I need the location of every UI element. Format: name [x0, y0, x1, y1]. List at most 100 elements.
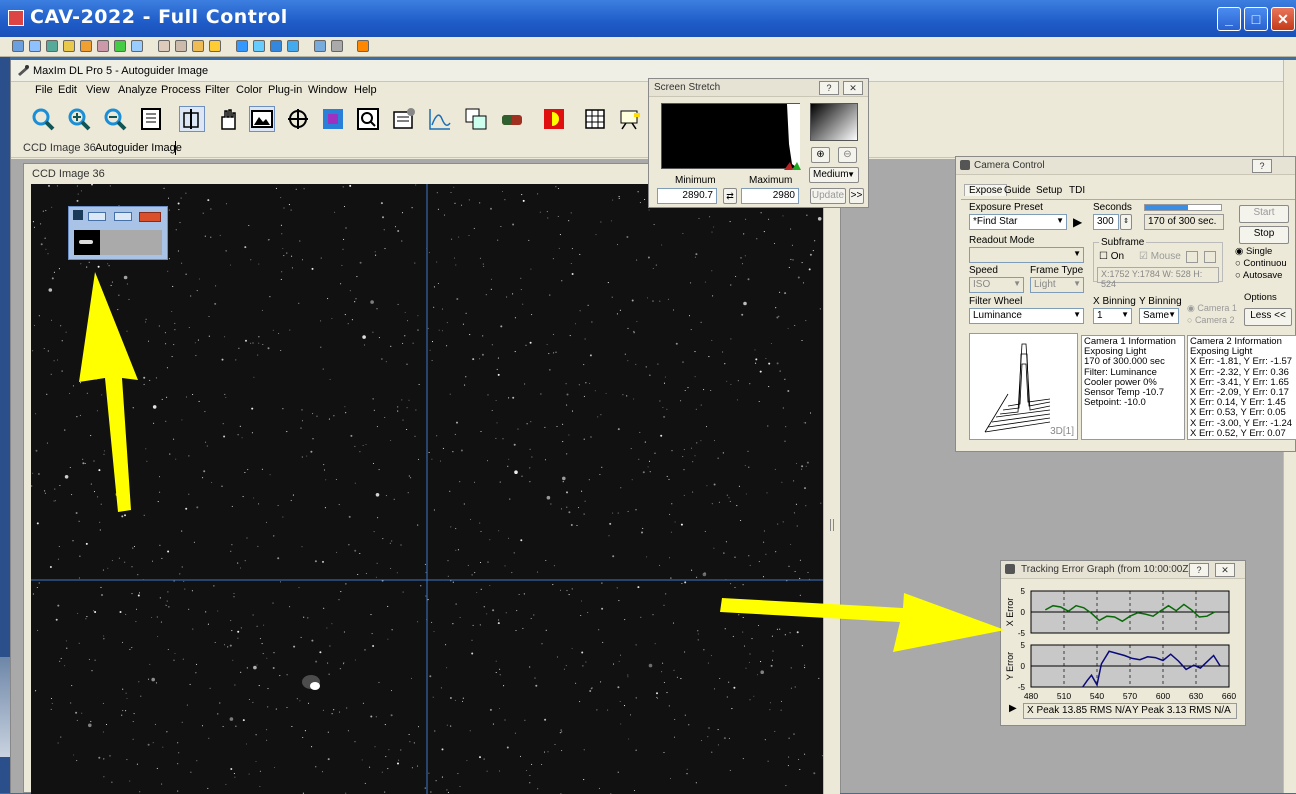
folder-icon[interactable] — [209, 40, 221, 52]
display-icon[interactable] — [46, 40, 58, 52]
star-field-image[interactable] — [31, 184, 823, 794]
menu-filter[interactable]: Filter — [205, 84, 229, 96]
minimize-button[interactable]: _ — [1217, 7, 1241, 31]
tab-guide[interactable]: Guide — [1004, 185, 1031, 196]
maximize-button[interactable]: □ — [1244, 7, 1268, 31]
start-button[interactable]: Start — [1239, 205, 1289, 223]
document-icon[interactable] — [138, 106, 164, 132]
stop-button[interactable]: Stop — [1239, 226, 1289, 244]
transfer-icon[interactable] — [192, 40, 204, 52]
grid-icon[interactable] — [582, 106, 608, 132]
disconnect-icon[interactable] — [357, 40, 369, 52]
select-icon[interactable] — [179, 106, 205, 132]
chat-icon[interactable] — [97, 40, 109, 52]
users-icon[interactable] — [175, 40, 187, 52]
seconds-spinner[interactable]: ⇕ — [1120, 214, 1132, 230]
mini-close-icon[interactable] — [139, 212, 161, 222]
subframe-on-checkbox[interactable]: ☐ On — [1099, 251, 1124, 262]
menu-plugin[interactable]: Plug-in — [268, 84, 302, 96]
help-button[interactable]: ? — [1189, 563, 1209, 577]
menu-view[interactable]: View — [86, 84, 110, 96]
menu-window[interactable]: Window — [308, 84, 347, 96]
menu-help[interactable]: Help — [354, 84, 377, 96]
moon-icon[interactable] — [541, 106, 567, 132]
continuous-radio[interactable]: ○ Continuou — [1235, 258, 1287, 269]
zoom-icon[interactable] — [270, 40, 282, 52]
fullscreen-icon[interactable] — [287, 40, 299, 52]
swap-icon[interactable]: ⇄ — [723, 188, 737, 204]
camera-control-window[interactable]: Camera Control ? Expose Guide Setup TDI … — [955, 156, 1296, 452]
key-icon[interactable] — [63, 40, 75, 52]
filter-wheel-icon[interactable] — [499, 106, 525, 132]
x-binning-select[interactable]: 1 ▼ — [1093, 308, 1132, 324]
mini-minimize-icon[interactable] — [88, 212, 106, 221]
hand-icon[interactable] — [215, 106, 241, 132]
tab-tdi[interactable]: TDI — [1069, 185, 1085, 196]
tracking-error-window[interactable]: Tracking Error Graph (from 10:00:00Z) ? … — [1000, 560, 1246, 726]
filter-wheel-select[interactable]: Luminance ▼ — [969, 308, 1084, 324]
scroll-grip[interactable] — [830, 519, 834, 531]
seconds-input[interactable]: 300 — [1093, 214, 1119, 230]
subframe-mouse-checkbox[interactable]: ☑ Mouse — [1139, 251, 1181, 262]
update-button[interactable]: Update — [810, 188, 846, 204]
camera1-radio[interactable]: ◉ Camera 1 — [1187, 303, 1237, 314]
play-icon[interactable]: ▶ — [1073, 215, 1082, 229]
zoom-in-icon[interactable] — [66, 106, 92, 132]
speed-select[interactable]: ISO ▼ — [969, 277, 1024, 293]
menu-color[interactable]: Color — [236, 84, 262, 96]
minimum-input[interactable]: 2890.7 — [657, 188, 717, 204]
frame-type-select[interactable]: Light ▼ — [1030, 277, 1084, 293]
readout-mode-select[interactable]: ▼ — [969, 247, 1084, 263]
menu-process[interactable]: Process — [161, 84, 201, 96]
image-icon[interactable] — [249, 106, 275, 132]
lock-icon[interactable] — [80, 40, 92, 52]
copy-icon[interactable] — [314, 40, 326, 52]
mini-restore-icon[interactable] — [114, 212, 132, 221]
remote-window-titlebar[interactable]: CAV-2022 - Full Control _ □ ✕ — [0, 0, 1296, 37]
menu-analyze[interactable]: Analyze — [118, 84, 157, 96]
zoom-icon[interactable] — [30, 106, 56, 132]
histogram-display[interactable] — [661, 103, 801, 170]
tab-ccd-image[interactable]: CCD Image 36 — [23, 142, 96, 154]
subframe-select-icon[interactable] — [1186, 251, 1198, 263]
telescope-icon[interactable] — [617, 106, 643, 132]
tools-icon[interactable] — [331, 40, 343, 52]
autosave-radio[interactable]: ○ Autosave — [1235, 270, 1282, 281]
zoom-out-icon[interactable] — [102, 106, 128, 132]
help-button[interactable]: ? — [819, 81, 839, 95]
zoom-in-icon[interactable]: ⊕ — [811, 147, 830, 163]
copy-icon[interactable] — [463, 106, 489, 132]
menu-edit[interactable]: Edit — [58, 84, 77, 96]
image-scrollbar[interactable] — [823, 184, 840, 794]
crosshair-icon[interactable] — [285, 106, 311, 132]
fit-icon[interactable] — [253, 40, 265, 52]
graph-icon[interactable] — [427, 106, 453, 132]
exposure-preset-select[interactable]: *Find Star ▼ — [969, 214, 1067, 230]
phone-icon[interactable] — [114, 40, 126, 52]
maximum-input[interactable]: 2980 — [741, 188, 799, 204]
close-button[interactable]: ✕ — [843, 81, 863, 95]
help-button[interactable]: ? — [1252, 159, 1272, 173]
window-icon[interactable] — [236, 40, 248, 52]
tab-autoguider-image[interactable]: Autoguider Image — [95, 142, 182, 154]
menu-file[interactable]: File — [35, 84, 53, 96]
tab-setup[interactable]: Setup — [1036, 185, 1062, 196]
less-button[interactable]: Less << — [1244, 308, 1292, 326]
close-button[interactable]: ✕ — [1215, 563, 1235, 577]
camera2-radio[interactable]: ○ Camera 2 — [1187, 315, 1234, 325]
frame-icon[interactable] — [320, 106, 346, 132]
zoom-out-icon[interactable]: ⊖ — [838, 147, 857, 163]
screen-stretch-window[interactable]: Screen Stretch ? ✕ ⊕ ⊖ Medium ▼ Minimum M… — [648, 78, 869, 208]
monitor-icon[interactable] — [12, 40, 24, 52]
stretch-preset-select[interactable]: Medium ▼ — [809, 167, 859, 183]
options-button[interactable]: Options — [1244, 292, 1277, 303]
magnifier-icon[interactable] — [355, 106, 381, 132]
single-radio[interactable]: ◉ Single — [1235, 246, 1272, 257]
more-button[interactable]: >> — [849, 188, 864, 204]
settings-icon[interactable] — [391, 106, 417, 132]
subframe-clear-icon[interactable] — [1204, 251, 1216, 263]
y-binning-select[interactable]: Same ▼ — [1139, 308, 1179, 324]
close-button[interactable]: ✕ — [1271, 7, 1295, 31]
play-icon[interactable]: ▶ — [1009, 703, 1017, 714]
user-icon[interactable] — [158, 40, 170, 52]
